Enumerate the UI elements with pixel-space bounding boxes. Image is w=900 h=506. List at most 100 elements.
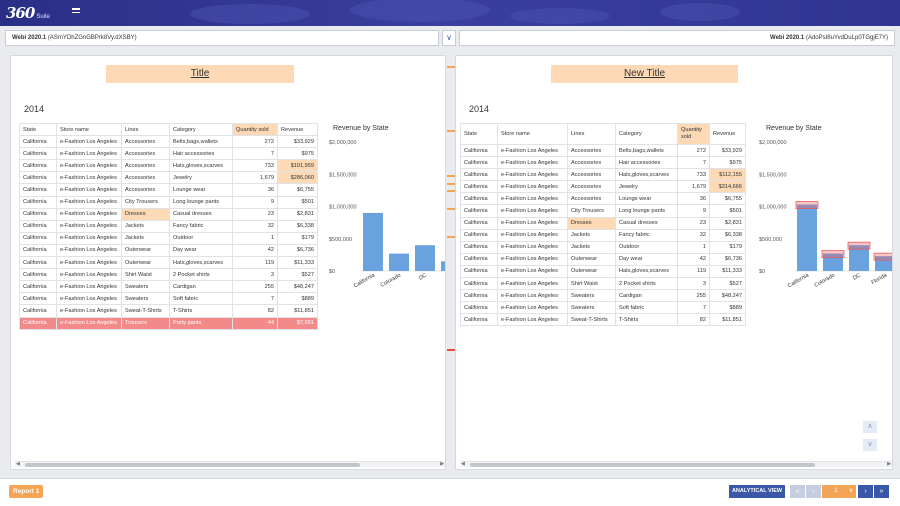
table-cell[interactable]: Shirt Waist bbox=[121, 268, 170, 282]
table-cell[interactable]: $889 bbox=[709, 301, 746, 315]
table-cell[interactable]: $889 bbox=[277, 292, 318, 306]
table-cell[interactable]: California bbox=[460, 180, 498, 194]
table-cell[interactable]: $975 bbox=[277, 147, 318, 161]
table-cell[interactable]: California bbox=[460, 289, 498, 303]
table-cell[interactable]: 7 bbox=[232, 147, 278, 161]
table-cell[interactable]: Hair accessories bbox=[169, 147, 233, 161]
table-cell[interactable]: e-Fashion Los Angeles bbox=[56, 292, 122, 306]
table-cell[interactable]: California bbox=[19, 243, 57, 258]
table-cell[interactable]: 7 bbox=[677, 156, 710, 170]
table-cell[interactable]: 82 bbox=[677, 313, 710, 327]
table-cell[interactable]: $6,338 bbox=[277, 219, 318, 233]
table-cell[interactable]: e-Fashion Los Angeles bbox=[497, 313, 568, 327]
table-cell[interactable]: Outdoor bbox=[615, 240, 678, 254]
table-cell[interactable]: Cardigan bbox=[169, 280, 233, 294]
table-cell[interactable]: $501 bbox=[277, 195, 318, 209]
table-cell[interactable]: 733 bbox=[677, 168, 710, 182]
removed-row-marker[interactable] bbox=[447, 349, 455, 351]
table-cell[interactable]: 7 bbox=[677, 301, 710, 315]
table-cell[interactable]: California bbox=[460, 216, 498, 230]
table-cell[interactable]: $48,247 bbox=[709, 289, 746, 303]
table-cell[interactable]: Sweat-T-Shirts bbox=[567, 313, 616, 327]
table-cell[interactable]: Hair accessories bbox=[615, 156, 678, 170]
table-cell[interactable]: Jackets bbox=[121, 219, 170, 233]
table-cell[interactable]: $2,831 bbox=[277, 207, 318, 221]
scrollbar-thumb[interactable] bbox=[25, 463, 360, 467]
table-cell[interactable]: e-Fashion Los Angeles bbox=[497, 204, 568, 218]
table-cell[interactable]: Accessories bbox=[121, 135, 170, 149]
table-row[interactable]: California e-Fashion Los Angeles Sweaters S… bbox=[19, 292, 318, 306]
table-row[interactable]: California e-Fashion Los Angeles Dresses Ca… bbox=[19, 207, 318, 221]
table-cell[interactable]: Lounge wear bbox=[169, 183, 233, 197]
table-cell[interactable]: $48,247 bbox=[277, 280, 318, 294]
table-cell[interactable]: Fancy fabric bbox=[615, 228, 678, 242]
table-cell[interactable]: 23 bbox=[677, 216, 710, 230]
prev-page-icon[interactable]: ‹ bbox=[806, 485, 821, 498]
table-cell[interactable]: California bbox=[460, 228, 498, 242]
table-cell[interactable]: e-Fashion Los Angeles bbox=[497, 228, 568, 242]
table-cell[interactable]: $6,736 bbox=[709, 252, 746, 266]
change-marker[interactable] bbox=[447, 175, 455, 177]
table-row[interactable]: California e-Fashion Los Angeles Sweat-T-S… bbox=[19, 304, 318, 318]
table-row[interactable]: California e-Fashion Los Angeles Sweat-T-S… bbox=[460, 313, 746, 327]
table-cell[interactable]: California bbox=[460, 240, 498, 254]
table-cell[interactable]: e-Fashion Los Angeles bbox=[56, 207, 122, 221]
table-cell[interactable]: 36 bbox=[677, 192, 710, 206]
table-cell[interactable]: Dresses bbox=[121, 207, 170, 221]
table-cell[interactable]: California bbox=[460, 252, 498, 266]
report-title[interactable]: New Title bbox=[551, 65, 738, 83]
table-cell[interactable]: 733 bbox=[232, 159, 278, 173]
table-cell[interactable]: e-Fashion Los Angeles bbox=[56, 219, 122, 233]
table-cell[interactable]: 1,679 bbox=[677, 180, 710, 194]
table-cell[interactable]: 272 bbox=[232, 135, 278, 149]
table-cell[interactable]: e-Fashion Los Angeles bbox=[497, 192, 568, 206]
column-header[interactable]: Lines bbox=[567, 123, 616, 145]
previous-difference-icon[interactable]: ∧ bbox=[863, 421, 877, 433]
table-cell[interactable]: e-Fashion Los Angeles bbox=[56, 268, 122, 282]
table-cell[interactable]: e-Fashion Los Angeles bbox=[56, 256, 122, 270]
table-cell[interactable]: e-Fashion Los Angeles bbox=[56, 304, 122, 318]
table-cell[interactable]: California bbox=[19, 304, 57, 318]
table-cell[interactable]: e-Fashion Los Angeles bbox=[56, 316, 122, 330]
table-row[interactable]: California e-Fashion Los Angeles Jackets Fa… bbox=[460, 228, 746, 242]
table-cell[interactable]: 7 bbox=[232, 292, 278, 306]
table-cell[interactable]: 44 bbox=[232, 316, 278, 330]
table-cell[interactable]: 255 bbox=[677, 289, 710, 303]
table-cell[interactable]: Accessories bbox=[567, 143, 616, 158]
table-cell[interactable]: California bbox=[19, 231, 57, 245]
table-cell[interactable]: $33,929 bbox=[277, 135, 318, 149]
table-cell[interactable]: 42 bbox=[677, 252, 710, 266]
table-cell[interactable]: 119 bbox=[232, 256, 278, 270]
column-header[interactable]: Revenue bbox=[277, 122, 318, 137]
table-cell[interactable]: California bbox=[460, 156, 498, 170]
table-cell[interactable]: California bbox=[460, 143, 498, 158]
table-cell[interactable]: Outerwear bbox=[567, 252, 616, 266]
table-cell[interactable]: California bbox=[19, 316, 57, 330]
table-cell[interactable]: Accessories bbox=[567, 180, 616, 194]
table-cell[interactable]: $11,333 bbox=[277, 256, 318, 270]
table-cell[interactable]: $101,959 bbox=[277, 159, 318, 173]
table-cell[interactable]: Sweaters bbox=[121, 280, 170, 294]
table-cell[interactable]: e-Fashion Los Angeles bbox=[497, 277, 568, 291]
table-cell[interactable]: Outerwear bbox=[567, 264, 616, 279]
table-cell[interactable]: Accessories bbox=[121, 171, 170, 185]
table-cell[interactable]: Hats,gloves,scarves bbox=[169, 159, 233, 173]
table-cell[interactable]: e-Fashion Los Angeles bbox=[56, 280, 122, 294]
table-cell[interactable]: e-Fashion Los Angeles bbox=[497, 180, 568, 194]
scroll-left-icon[interactable]: ◀ bbox=[16, 461, 20, 467]
table-row[interactable]: California e-Fashion Los Angeles Jackets Fa… bbox=[19, 219, 318, 233]
table-cell[interactable]: $6,755 bbox=[709, 192, 746, 206]
table-cell[interactable]: California bbox=[19, 207, 57, 221]
table-cell[interactable]: 3 bbox=[232, 268, 278, 282]
column-header[interactable]: Store name bbox=[497, 123, 568, 145]
table-cell[interactable]: 1 bbox=[677, 240, 710, 254]
table-cell[interactable]: Accessories bbox=[121, 183, 170, 197]
table-cell[interactable]: Jackets bbox=[567, 240, 616, 254]
table-row[interactable]: California e-Fashion Los Angeles City Trou… bbox=[19, 195, 318, 209]
table-cell[interactable]: e-Fashion Los Angeles bbox=[56, 147, 122, 161]
table-cell[interactable]: e-Fashion Los Angeles bbox=[56, 195, 122, 209]
table-cell[interactable]: $975 bbox=[709, 156, 746, 170]
table-cell[interactable]: $179 bbox=[709, 240, 746, 254]
table-cell[interactable]: Day wear bbox=[615, 252, 678, 266]
table-cell[interactable]: $7,691 bbox=[277, 316, 318, 330]
